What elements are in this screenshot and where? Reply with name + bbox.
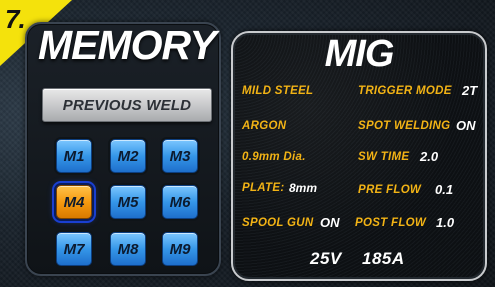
gas-value: ARGON (242, 120, 287, 132)
plate-value: 8mm (289, 181, 318, 195)
current-readout: 185A (362, 249, 405, 268)
pre-flow-label: PRE FLOW (358, 184, 422, 196)
memory-slot-m4[interactable]: M4 (56, 185, 92, 219)
mode-title: MIG (324, 33, 395, 75)
trigger-mode-value: 2T (462, 83, 478, 98)
previous-weld-button[interactable]: PREVIOUS WELD (42, 88, 212, 122)
voltage-readout: 25V (310, 249, 342, 268)
post-flow-value: 1.0 (436, 215, 455, 230)
step-number: 7. (5, 4, 26, 34)
memory-slot-m1[interactable]: M1 (56, 139, 92, 173)
memory-title: MEMORY (38, 22, 217, 68)
material-value: MILD STEEL (242, 85, 314, 97)
pre-flow-value: 0.1 (435, 182, 454, 197)
memory-slot-m3[interactable]: M3 (162, 139, 198, 173)
memory-slot-m7[interactable]: M7 (56, 232, 92, 266)
post-flow-label: POST FLOW (355, 217, 427, 229)
spool-gun-value: ON (320, 215, 340, 230)
spot-welding-value: ON (456, 118, 476, 133)
memory-slot-m8[interactable]: M8 (110, 232, 146, 266)
memory-slot-m6[interactable]: M6 (162, 185, 198, 219)
memory-slot-m9[interactable]: M9 (162, 232, 198, 266)
wire-diameter-value: 0.9mm Dia. (242, 151, 306, 163)
spot-welding-label: SPOT WELDING (358, 120, 451, 132)
memory-slot-m2[interactable]: M2 (110, 139, 146, 173)
sw-time-label: SW TIME (358, 151, 410, 163)
trigger-mode-label: TRIGGER MODE (358, 85, 452, 97)
sw-time-value: 2.0 (420, 149, 439, 164)
plate-label: PLATE: (242, 182, 285, 194)
mig-title-wrap: MIG (231, 0, 487, 287)
memory-slot-m5[interactable]: M5 (110, 185, 146, 219)
spool-gun-label: SPOOL GUN (242, 217, 314, 229)
